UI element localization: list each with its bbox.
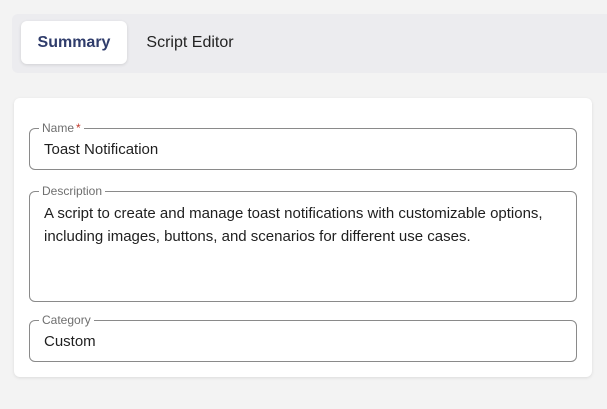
tab-script-editor-label: Script Editor [146,33,234,51]
description-field-label: Description [39,183,106,199]
category-label-text: Category [42,313,91,327]
tab-bar: Summary Script Editor [12,14,607,73]
category-field[interactable]: Category Custom [29,312,577,362]
category-input-value[interactable]: Custom [44,333,96,350]
name-field[interactable]: Name * Toast Notification [29,120,577,170]
description-textarea-value[interactable]: A script to create and manage toast noti… [44,202,564,248]
tab-script-editor[interactable]: Script Editor [131,21,249,64]
summary-card: Name * Toast Notification Description A s… [14,98,592,377]
category-field-label: Category [39,312,94,328]
description-field[interactable]: Description A script to create and manag… [29,183,577,302]
name-field-label: Name * [39,120,84,136]
name-label-text: Name [42,121,75,135]
name-input-value[interactable]: Toast Notification [44,141,158,158]
description-label-text: Description [42,184,103,198]
required-marker: * [76,121,81,135]
tab-summary[interactable]: Summary [21,21,127,64]
tab-summary-label: Summary [37,33,111,51]
